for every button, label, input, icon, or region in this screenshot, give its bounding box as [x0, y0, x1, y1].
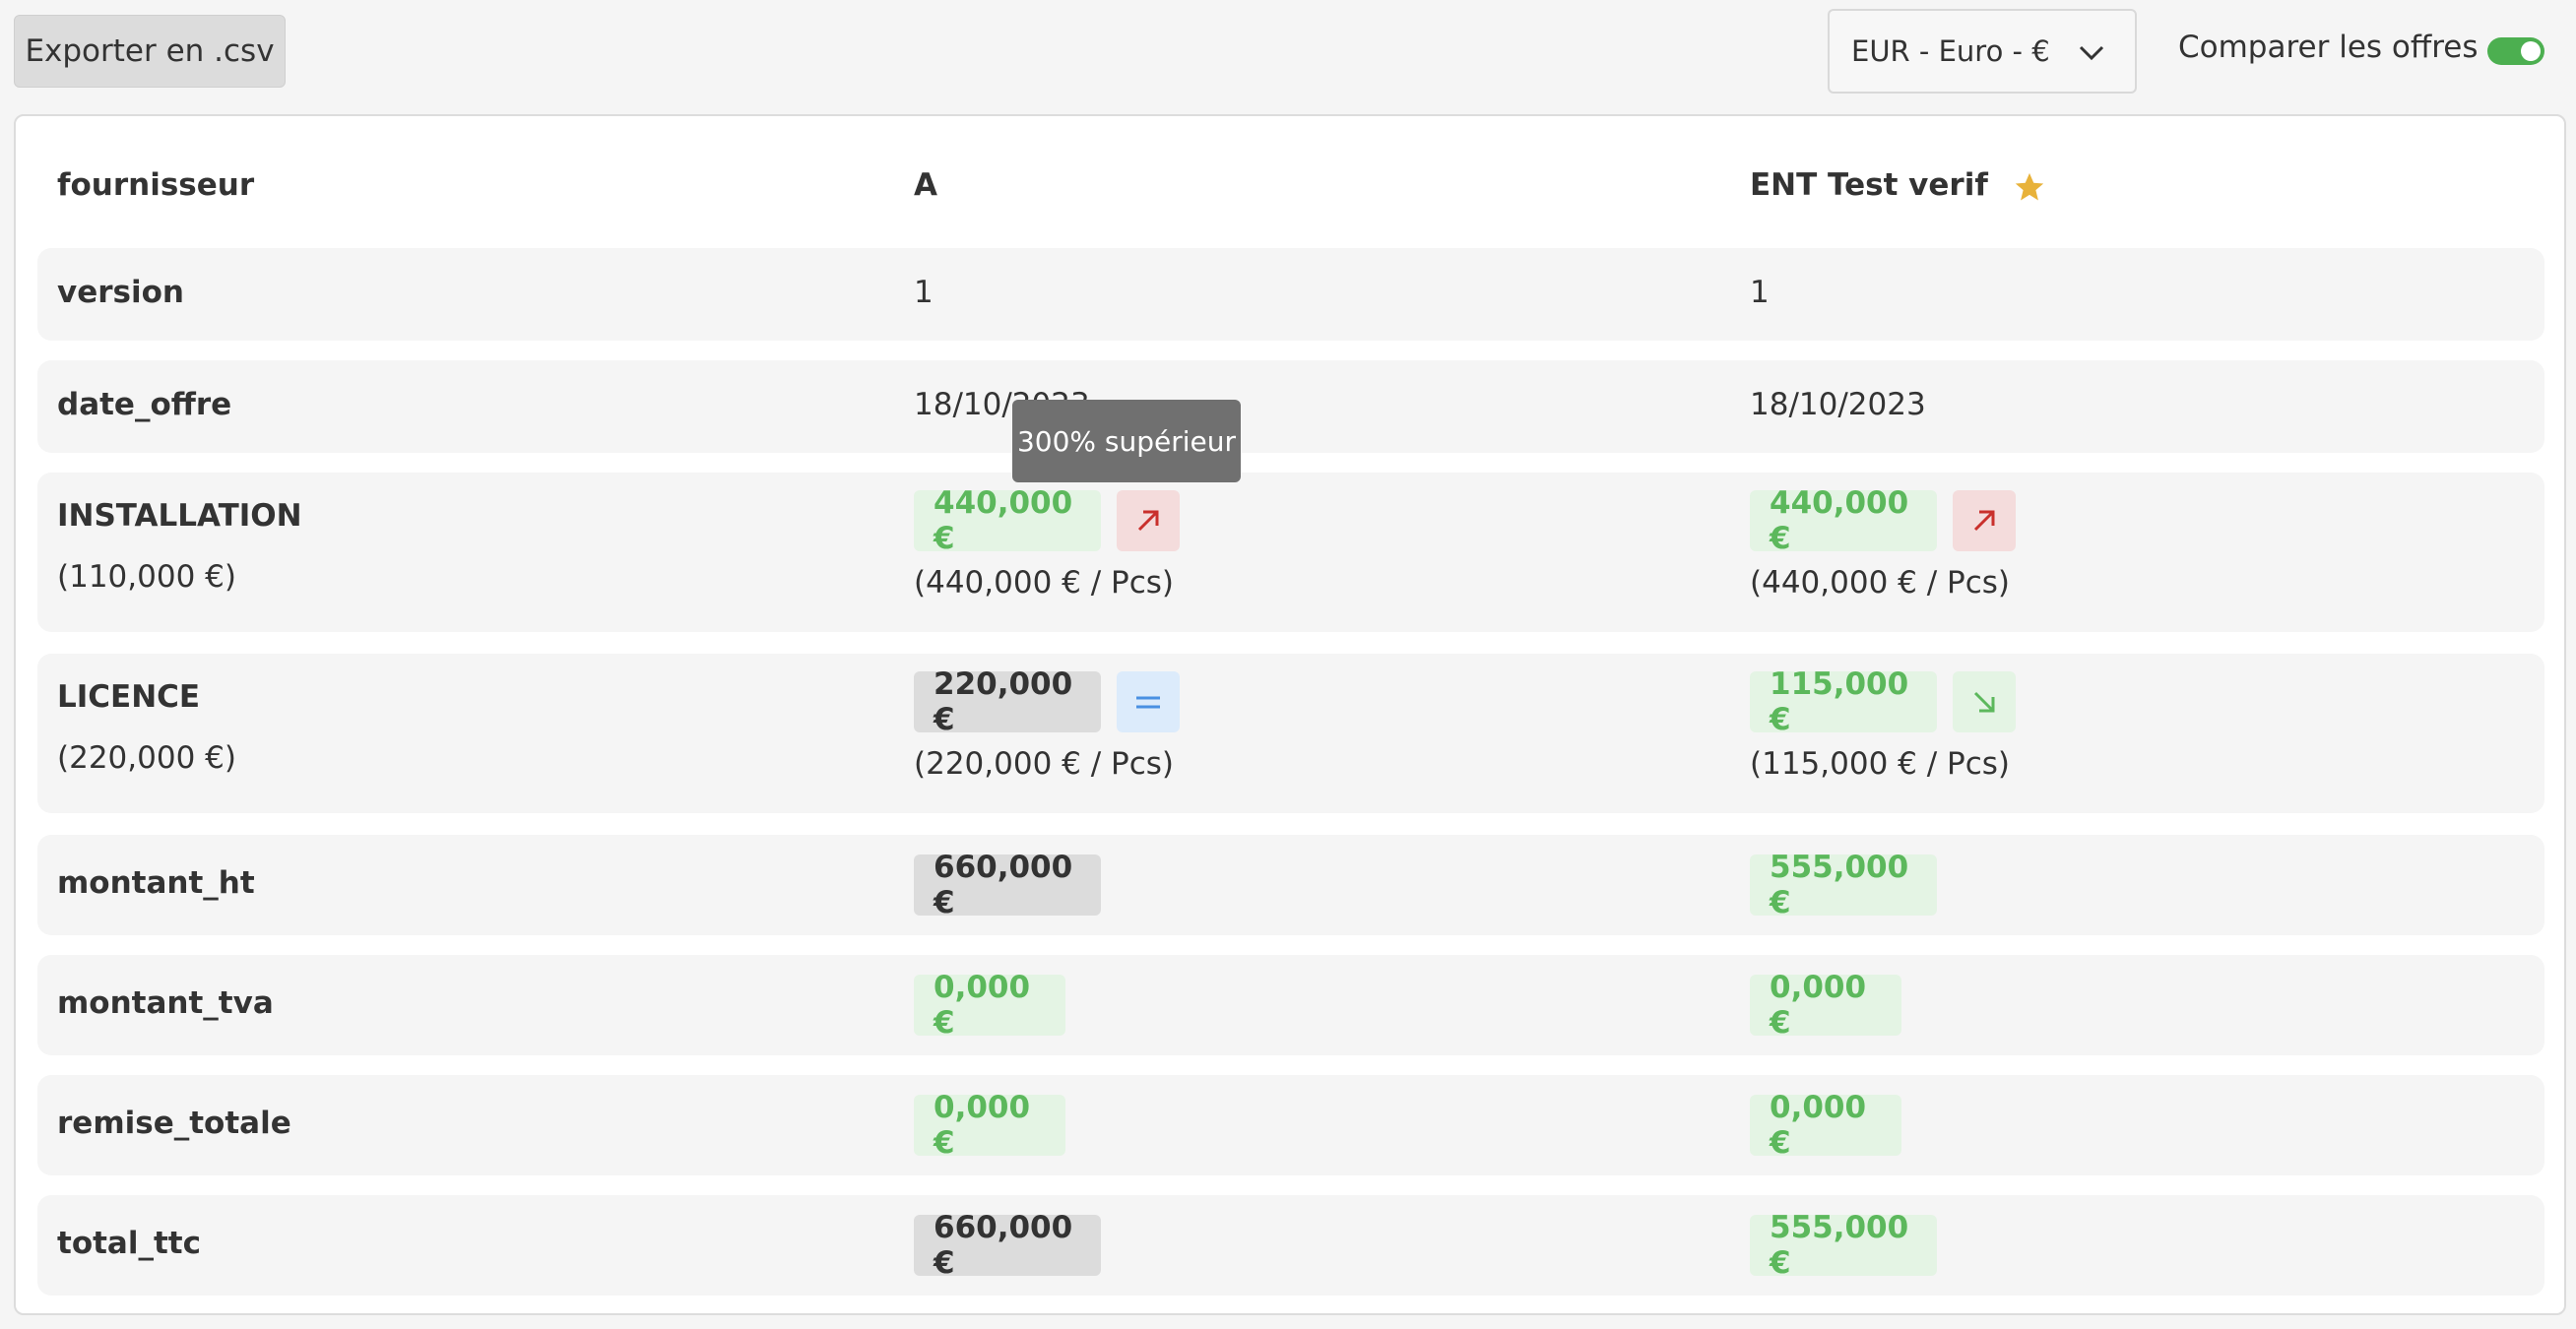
trend-up-icon[interactable]: [1117, 490, 1180, 551]
cell-b: 1: [1750, 275, 1770, 310]
row-label: remise_totale: [57, 1106, 291, 1141]
amount-badge-a: 660,000 €: [914, 1210, 1101, 1281]
comparison-tooltip: 300% supérieur: [1012, 400, 1241, 482]
amount-badge-a: 0,000 €: [914, 970, 1065, 1041]
reference-price: (110,000 €): [57, 559, 236, 595]
cell-a: 1: [914, 275, 934, 310]
price-badge-a: 220,000 €: [914, 666, 1101, 737]
row-label: version: [57, 275, 184, 310]
table-header-row: fournisseur A ENT Test verif: [37, 136, 2544, 244]
toggle-knob: [2521, 41, 2541, 61]
amount-badge-a: 660,000 €: [914, 850, 1101, 920]
trend-up-icon[interactable]: [1953, 490, 2016, 551]
row-label: total_ttc: [57, 1226, 201, 1261]
table-row-date-offre: date_offre 18/10/2023 18/10/2023: [37, 360, 2544, 453]
export-csv-button[interactable]: Exporter en .csv: [14, 15, 286, 88]
unit-price-b: (440,000 € / Pcs): [1750, 565, 2010, 601]
row-label: date_offre: [57, 387, 232, 422]
currency-select[interactable]: EUR - Euro - €: [1828, 9, 2137, 94]
header-label: fournisseur: [57, 167, 255, 203]
chevron-down-icon: [2079, 45, 2104, 61]
header-supplier-a: A: [914, 167, 937, 203]
row-label: montant_tva: [57, 985, 274, 1021]
row-label: INSTALLATION: [57, 498, 302, 534]
table-row-total-ttc: total_ttc 660,000 € 555,000 €: [37, 1195, 2544, 1296]
price-badge-b: 440,000 €: [1750, 485, 1937, 556]
unit-price-a: (440,000 € / Pcs): [914, 565, 1174, 601]
cell-b: 18/10/2023: [1750, 387, 1926, 422]
toolbar: Exporter en .csv EUR - Euro - € Comparer…: [0, 0, 2576, 110]
table-row-montant-ht: montant_ht 660,000 € 555,000 €: [37, 835, 2544, 935]
header-supplier-b: ENT Test verif: [1750, 167, 2046, 204]
compare-offers-toggle[interactable]: [2487, 37, 2544, 65]
amount-badge-a: 0,000 €: [914, 1090, 1065, 1161]
table-row-installation: INSTALLATION (110,000 €) 440,000 € (440,…: [37, 473, 2544, 632]
comparison-table: fournisseur A ENT Test verif version 1 1…: [14, 114, 2566, 1315]
unit-price-a: (220,000 € / Pcs): [914, 746, 1174, 782]
table-row-version: version 1 1: [37, 248, 2544, 341]
unit-price-b: (115,000 € / Pcs): [1750, 746, 2010, 782]
price-badge-a: 440,000 €: [914, 485, 1101, 556]
header-supplier-b-label: ENT Test verif: [1750, 167, 1988, 203]
currency-select-value: EUR - Euro - €: [1851, 34, 2050, 68]
amount-badge-b: 555,000 €: [1750, 850, 1937, 920]
reference-price: (220,000 €): [57, 740, 236, 776]
amount-badge-b: 0,000 €: [1750, 1090, 1901, 1161]
equal-icon[interactable]: [1117, 671, 1180, 732]
trend-down-icon[interactable]: [1953, 671, 2016, 732]
table-row-licence: LICENCE (220,000 €) 220,000 € (220,000 €…: [37, 654, 2544, 813]
compare-offers-label: Comparer les offres: [2178, 30, 2479, 65]
star-icon[interactable]: [2013, 170, 2046, 204]
amount-badge-b: 0,000 €: [1750, 970, 1901, 1041]
amount-badge-b: 555,000 €: [1750, 1210, 1937, 1281]
table-row-remise-totale: remise_totale 0,000 € 0,000 €: [37, 1075, 2544, 1175]
price-badge-b: 115,000 €: [1750, 666, 1937, 737]
row-label: montant_ht: [57, 865, 255, 901]
row-label: LICENCE: [57, 679, 201, 715]
table-row-montant-tva: montant_tva 0,000 € 0,000 €: [37, 955, 2544, 1055]
